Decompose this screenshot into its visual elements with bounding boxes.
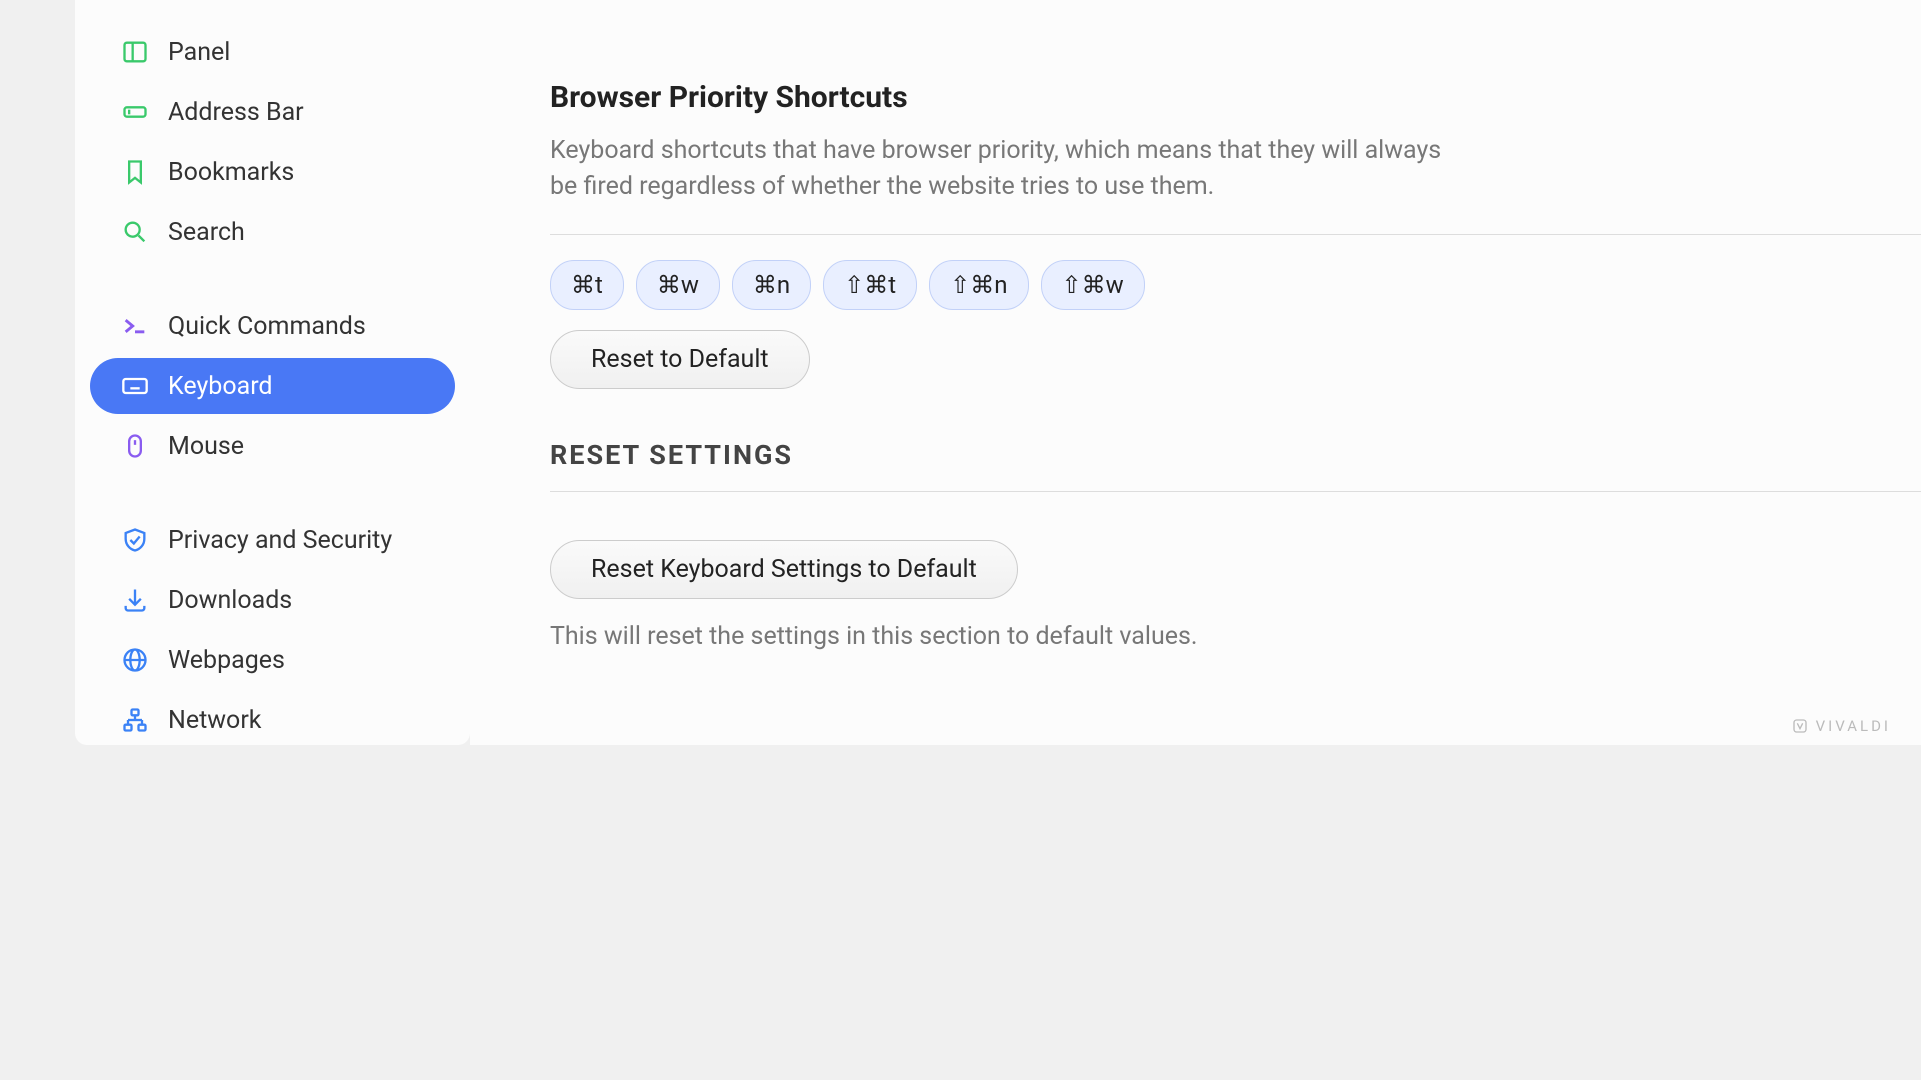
priority-shortcuts-desc: Keyboard shortcuts that have browser pri… — [550, 133, 1450, 206]
vivaldi-logo-icon — [1792, 718, 1808, 734]
sidebar-item-panel[interactable]: Panel — [90, 24, 455, 80]
reset-to-default-button[interactable]: Reset to Default — [550, 330, 810, 389]
sidebar-item-label: Panel — [168, 38, 230, 67]
sidebar-item-network[interactable]: Network — [90, 692, 455, 748]
shield-icon — [120, 525, 150, 555]
panel-icon — [120, 37, 150, 67]
sidebar-item-label: Quick Commands — [168, 312, 366, 341]
main-content: Browser Priority Shortcuts Keyboard shor… — [470, 0, 1921, 745]
divider — [550, 491, 1921, 492]
sidebar-item-label: Mouse — [168, 432, 244, 461]
reset-note: This will reset the settings in this sec… — [550, 619, 1450, 655]
sidebar-item-webpages[interactable]: Webpages — [90, 632, 455, 688]
sidebar-item-label: Privacy and Security — [168, 526, 392, 555]
sidebar-item-label: Search — [168, 218, 245, 247]
sidebar-item-bookmarks[interactable]: Bookmarks — [90, 144, 455, 200]
settings-sidebar: Panel Address Bar Bookmarks Search Quick… — [75, 0, 470, 745]
sidebar-item-privacy[interactable]: Privacy and Security — [90, 512, 455, 568]
shortcut-chip[interactable]: ⇧⌘t — [823, 260, 917, 310]
sidebar-item-label: Downloads — [168, 586, 292, 615]
shortcut-chip[interactable]: ⌘w — [636, 260, 720, 310]
brand-label: VIVALDI — [1816, 717, 1891, 735]
priority-shortcuts-title: Browser Priority Shortcuts — [550, 80, 1921, 115]
address-bar-icon — [120, 97, 150, 127]
sidebar-item-keyboard[interactable]: Keyboard — [90, 358, 455, 414]
sidebar-item-address-bar[interactable]: Address Bar — [90, 84, 455, 140]
shortcut-chips-row: ⌘t ⌘w ⌘n ⇧⌘t ⇧⌘n ⇧⌘w — [550, 234, 1921, 310]
sidebar-item-label: Address Bar — [168, 98, 304, 127]
quick-commands-icon — [120, 311, 150, 341]
download-icon — [120, 585, 150, 615]
shortcut-chip[interactable]: ⌘n — [732, 260, 811, 310]
sidebar-item-label: Bookmarks — [168, 158, 294, 187]
reset-settings-header: RESET SETTINGS — [550, 439, 1921, 471]
bookmark-icon — [120, 157, 150, 187]
shortcut-chip[interactable]: ⇧⌘w — [1041, 260, 1145, 310]
sidebar-item-label: Keyboard — [168, 372, 273, 401]
sidebar-item-downloads[interactable]: Downloads — [90, 572, 455, 628]
reset-keyboard-button[interactable]: Reset Keyboard Settings to Default — [550, 540, 1018, 599]
shortcut-chip[interactable]: ⌘t — [550, 260, 624, 310]
vivaldi-brand: VIVALDI — [1792, 717, 1891, 735]
keyboard-icon — [120, 371, 150, 401]
mouse-icon — [120, 431, 150, 461]
globe-icon — [120, 645, 150, 675]
sidebar-item-search[interactable]: Search — [90, 204, 455, 260]
sidebar-item-label: Webpages — [168, 646, 285, 675]
shortcut-chip[interactable]: ⇧⌘n — [929, 260, 1028, 310]
sidebar-item-quick-commands[interactable]: Quick Commands — [90, 298, 455, 354]
sidebar-item-mouse[interactable]: Mouse — [90, 418, 455, 474]
sidebar-item-label: Network — [168, 706, 261, 735]
network-icon — [120, 705, 150, 735]
search-icon — [120, 217, 150, 247]
